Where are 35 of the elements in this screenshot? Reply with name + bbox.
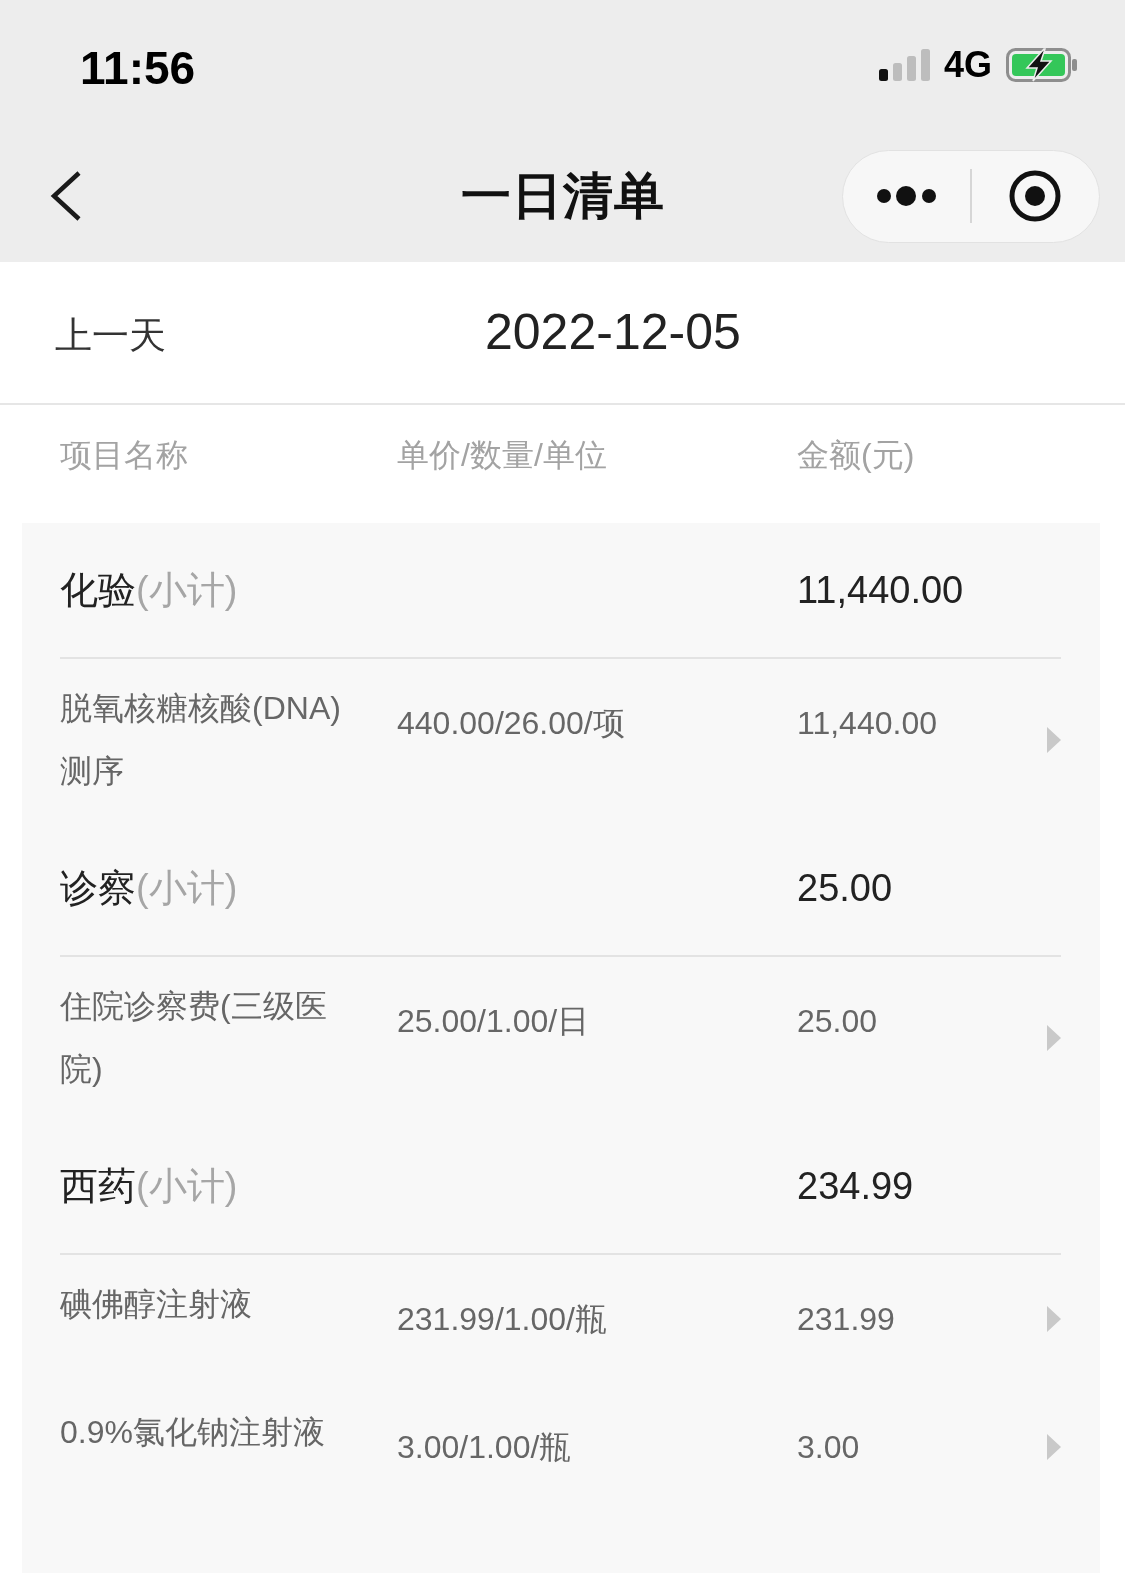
item-amount: 231.99 [797,1300,895,1339]
caret-right-icon[interactable] [1047,1025,1061,1051]
subtotal-amount: 11,440.00 [797,568,964,612]
clock-time: 11:56 [80,41,196,95]
caret-right-icon[interactable] [1047,1306,1061,1332]
item-name: 脱氧核糖核酸(DNA)测序 [60,689,342,791]
item-unit-price: 3.00/1.00/瓶 [397,1428,572,1467]
category-subtotal-label: 西药(小计) [60,1163,238,1209]
item-name: 0.9%氯化钠注射液 [60,1413,326,1452]
item-unit-price: 440.00/26.00/项 [397,704,625,743]
back-icon[interactable] [50,171,82,221]
network-label: 4G [943,44,992,86]
item-amount: 3.00 [797,1428,860,1467]
caret-right-icon[interactable] [1047,1434,1061,1460]
subtotal-amount: 25.00 [797,866,893,910]
signal-icon [878,49,931,81]
item-name: 住院诊察费(三级医院) [60,987,328,1089]
page-title: 一日清单 [460,166,665,226]
subtotal-amount: 234.99 [797,1164,914,1208]
circle-dot-icon[interactable] [1009,170,1062,222]
more-icon[interactable] [876,186,937,206]
item-amount: 25.00 [797,1002,878,1041]
category-subtotal-label: 化验(小计) [60,567,238,613]
item-name: 碘佛醇注射液 [60,1285,253,1324]
column-header: 金额(元) [797,436,915,475]
item-unit-price: 231.99/1.00/瓶 [397,1300,607,1339]
item-unit-price: 25.00/1.00/日 [397,1002,590,1041]
caret-right-icon[interactable] [1047,727,1061,753]
category-subtotal-label: 诊察(小计) [60,865,238,911]
current-date: 2022-12-05 [485,302,741,361]
previous-day-button[interactable]: 上一天 [55,310,166,361]
battery-charging-icon [1006,48,1078,82]
column-header: 项目名称 [60,436,188,475]
column-header: 单价/数量/单位 [397,436,607,475]
item-amount: 11,440.00 [797,704,937,743]
